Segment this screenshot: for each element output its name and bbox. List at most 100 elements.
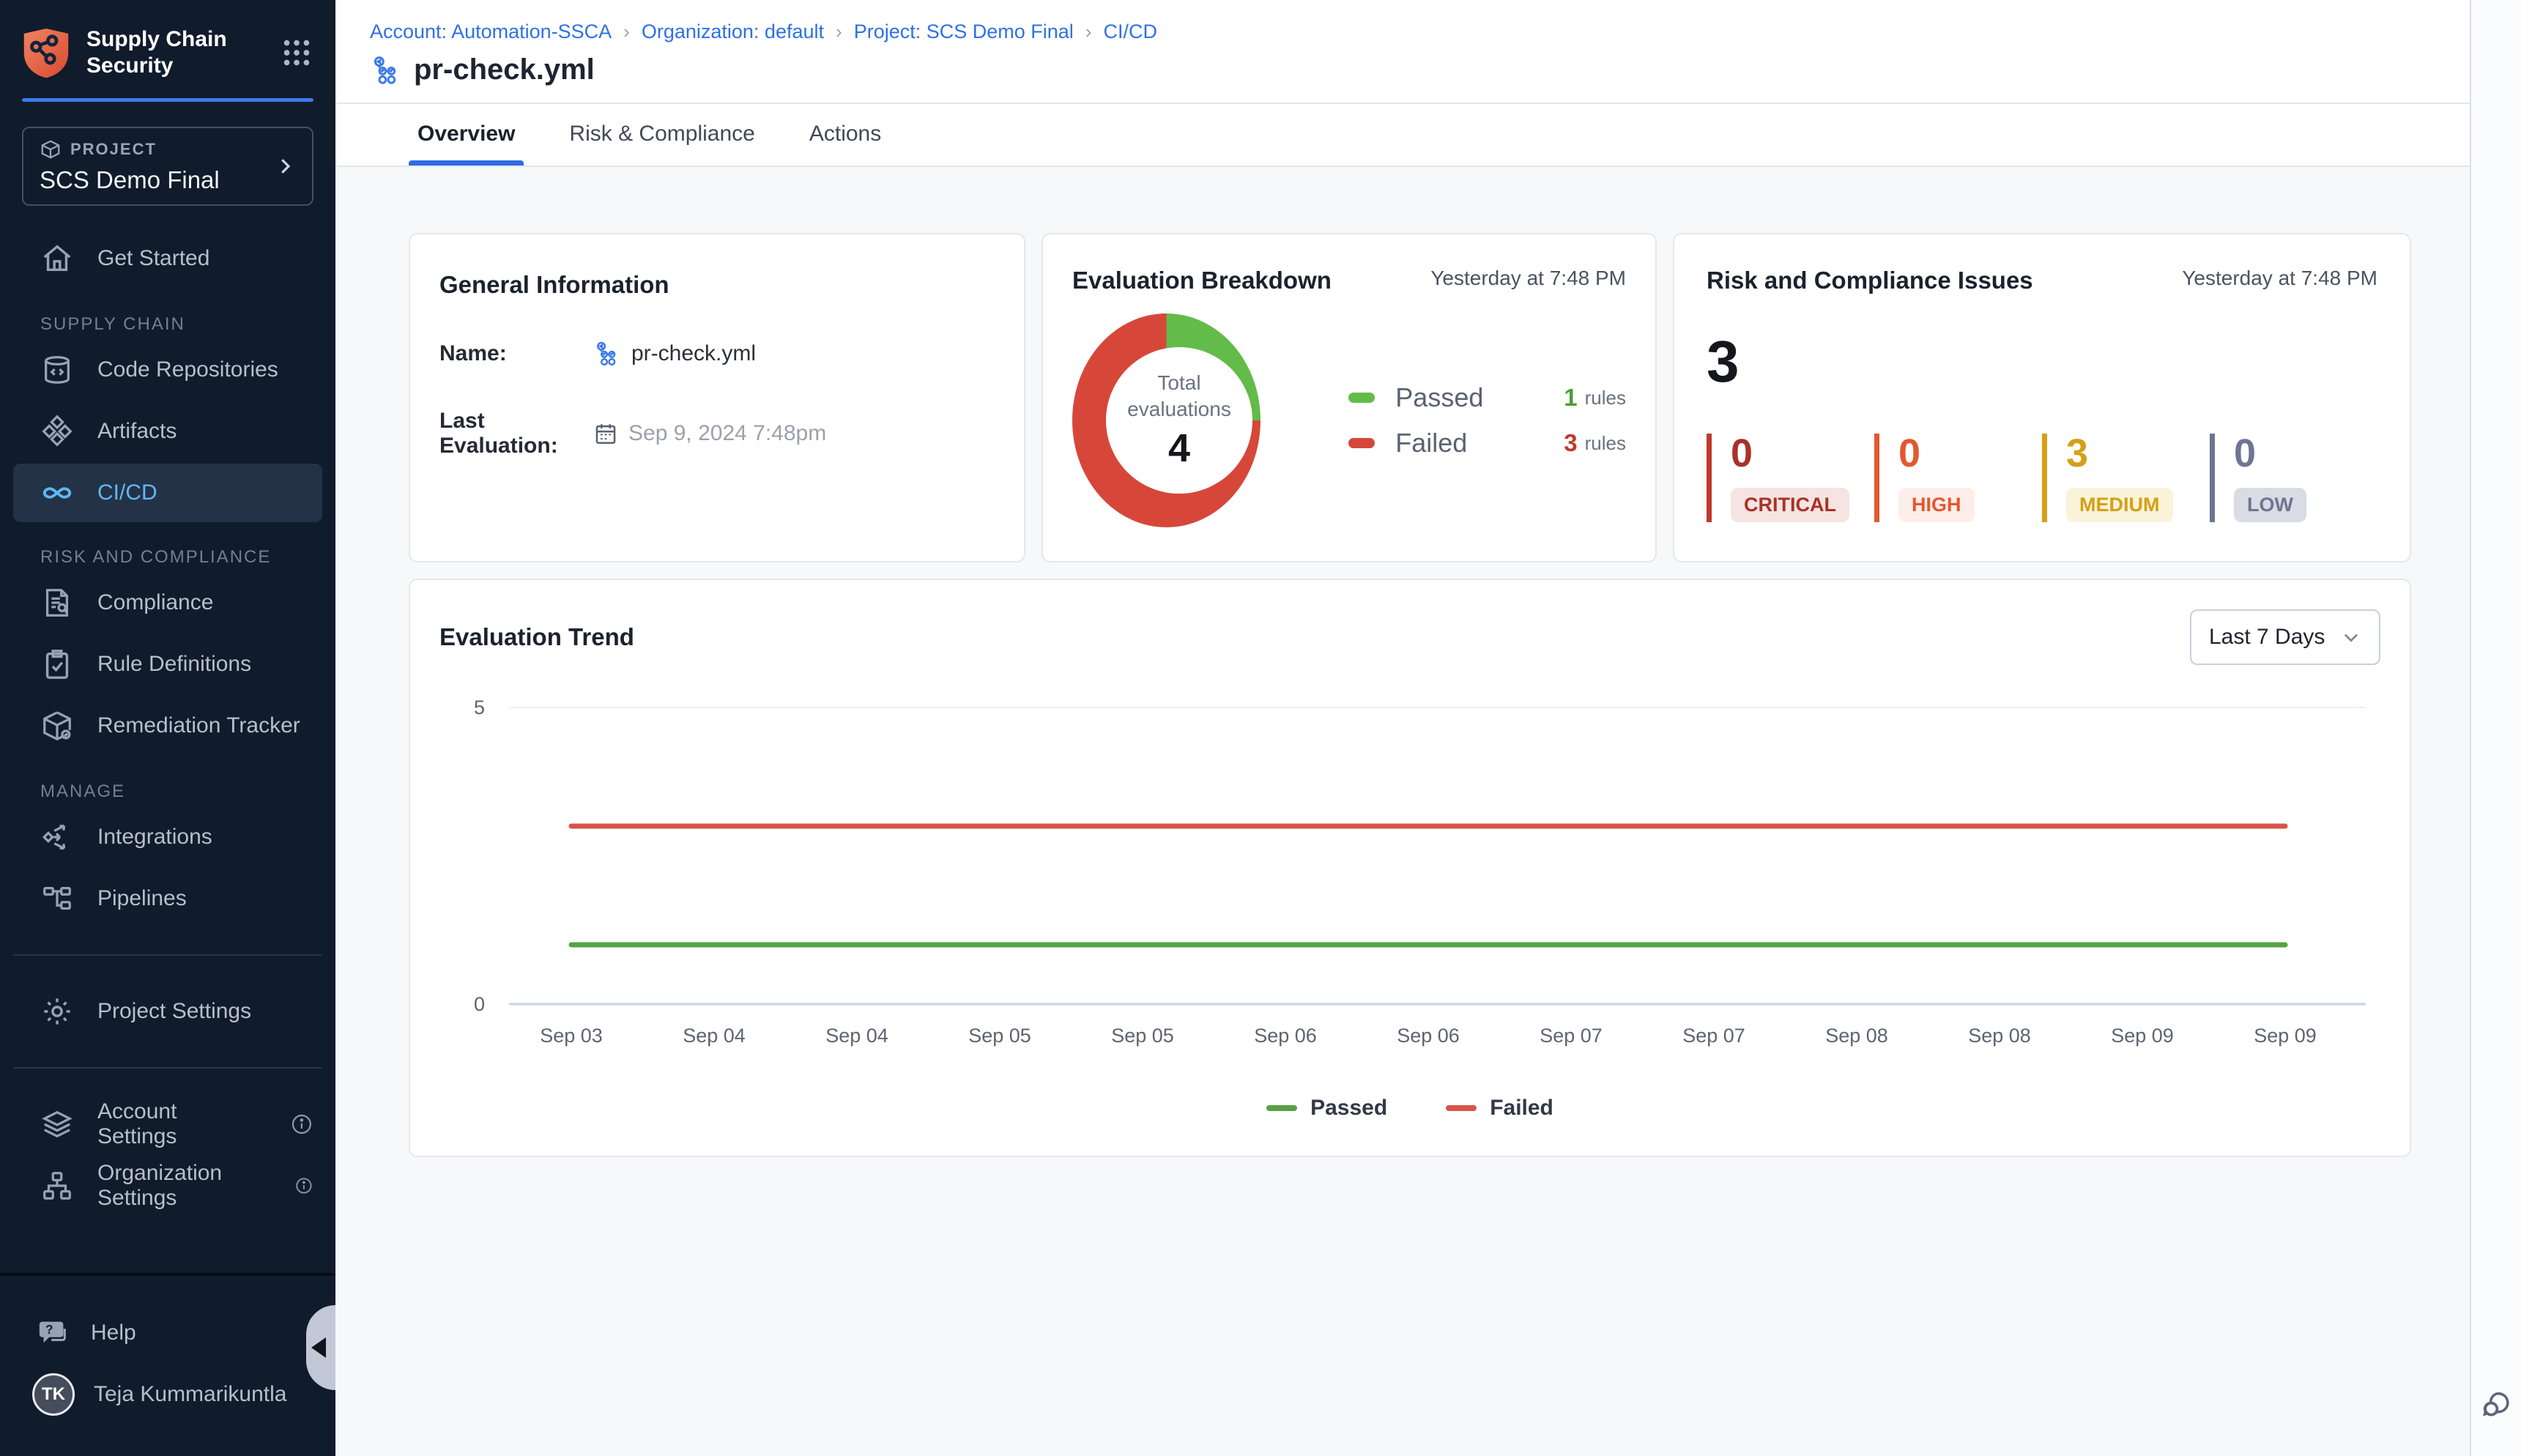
cicd-infinity-icon xyxy=(40,476,74,510)
code-repo-icon xyxy=(40,353,74,387)
legend-passed: Passed xyxy=(1266,1096,1387,1121)
passed-count: 1 xyxy=(1564,384,1577,412)
trend-chart: 50Sep 03Sep 04Sep 04Sep 05Sep 05Sep 06Se… xyxy=(439,678,2383,1088)
chevron-right-icon xyxy=(274,155,296,177)
sidebar-item-pipelines[interactable]: Pipelines xyxy=(0,868,335,929)
chat-launcher-icon[interactable] xyxy=(2480,1387,2514,1421)
breadcrumb: Account: Automation-SSCA › Organization:… xyxy=(370,21,2470,43)
sidebar-item-organization-settings[interactable]: Organization Settings xyxy=(0,1155,335,1217)
module-switcher-grid-icon[interactable] xyxy=(280,36,313,70)
breadcrumb-separator: › xyxy=(623,21,630,43)
severity-badge: HIGH xyxy=(1898,488,1975,522)
main-area: Account: Automation-SSCA › Organization:… xyxy=(335,0,2470,1456)
passed-line-swatch xyxy=(1266,1105,1297,1111)
sidebar-nav: Get Started SUPPLY CHAIN Code Repositori… xyxy=(0,228,335,1217)
sidebar-item-artifacts[interactable]: Artifacts xyxy=(0,401,335,462)
tab-actions[interactable]: Actions xyxy=(809,122,881,166)
tab-bar: Overview Risk & Compliance Actions xyxy=(335,104,2470,167)
total-issues-value: 3 xyxy=(1707,333,2377,391)
page-header: Account: Automation-SSCA › Organization:… xyxy=(335,0,2470,104)
breadcrumb-separator: › xyxy=(1085,21,1092,43)
sidebar-footer: ? Help TK Teja Kummarikuntla xyxy=(0,1273,335,1456)
svg-text:5: 5 xyxy=(474,697,485,718)
svg-text:Sep 08: Sep 08 xyxy=(1825,1025,1888,1047)
artifacts-icon xyxy=(40,415,74,448)
sidebar: Supply Chain Security PROJECT SCS Demo F… xyxy=(0,0,335,1456)
home-icon xyxy=(40,242,74,275)
collapse-arrow-icon xyxy=(311,1337,326,1358)
severity-badge: CRITICAL xyxy=(1731,488,1849,522)
card-title: Risk and Compliance Issues xyxy=(1707,267,2033,294)
failed-swatch xyxy=(1348,438,1375,448)
name-row: Name: pr-check.yml xyxy=(439,340,995,368)
pipeline-name-value: pr-check.yml xyxy=(631,341,756,366)
breadcrumb-project[interactable]: Project: SCS Demo Final xyxy=(854,21,1074,43)
severity-badge: MEDIUM xyxy=(2066,488,2173,522)
svg-text:Sep 05: Sep 05 xyxy=(968,1025,1031,1047)
svg-text:Sep 05: Sep 05 xyxy=(1111,1025,1174,1047)
failed-count: 3 xyxy=(1564,429,1577,457)
svg-text:Sep 03: Sep 03 xyxy=(540,1025,603,1047)
card-timestamp: Yesterday at 7:48 PM xyxy=(2182,267,2377,290)
evaluations-donut-chart: Total evaluations 4 xyxy=(1072,313,1260,527)
app-title: Supply Chain Security xyxy=(86,26,280,79)
user-name: Teja Kummarikuntla xyxy=(94,1382,286,1407)
sidebar-item-account-settings[interactable]: Account Settings xyxy=(0,1093,335,1155)
evaluation-trend-card: Evaluation Trend Last 7 Days 50Sep 03Sep… xyxy=(409,579,2411,1157)
compliance-doc-icon xyxy=(40,586,74,620)
svg-text:Sep 06: Sep 06 xyxy=(1397,1025,1460,1047)
sidebar-item-compliance[interactable]: Compliance xyxy=(0,572,335,634)
severity-high: 0 HIGH xyxy=(1874,434,2042,522)
pipeline-icon xyxy=(370,54,402,86)
overview-content: General Information Name: pr-check.yml L… xyxy=(335,167,2470,1157)
info-icon[interactable] xyxy=(290,1111,313,1137)
section-risk-and-compliance: RISK AND COMPLIANCE xyxy=(0,543,335,572)
breadcrumb-module[interactable]: CI/CD xyxy=(1103,21,1157,43)
layers-gear-icon xyxy=(40,1107,74,1141)
project-label: PROJECT xyxy=(70,140,157,159)
sidebar-item-integrations[interactable]: Integrations xyxy=(0,806,335,868)
chevron-down-icon xyxy=(2341,627,2361,647)
date-range-select[interactable]: Last 7 Days xyxy=(2190,609,2380,665)
svg-text:Sep 04: Sep 04 xyxy=(825,1025,888,1047)
sidebar-item-code-repositories[interactable]: Code Repositories xyxy=(0,339,335,401)
svg-text:Sep 07: Sep 07 xyxy=(1682,1025,1745,1047)
help-chat-icon: ? xyxy=(37,1316,70,1350)
risk-compliance-issues-card: Risk and Compliance Issues Yesterday at … xyxy=(1673,233,2411,562)
section-supply-chain: SUPPLY CHAIN xyxy=(0,310,335,339)
breadcrumb-organization[interactable]: Organization: default xyxy=(642,21,824,43)
project-name: SCS Demo Final xyxy=(40,166,274,194)
breadcrumb-account[interactable]: Account: Automation-SSCA xyxy=(370,21,612,43)
last-evaluation-row: Last Evaluation: Sep 9, 2024 7:48pm xyxy=(439,409,995,458)
sidebar-item-project-settings[interactable]: Project Settings xyxy=(0,981,335,1042)
tab-overview[interactable]: Overview xyxy=(417,122,515,166)
sidebar-item-get-started[interactable]: Get Started xyxy=(0,228,335,289)
sidebar-divider xyxy=(13,1067,322,1069)
sidebar-item-remediation-tracker[interactable]: Remediation Tracker xyxy=(0,695,335,757)
card-title: Evaluation Breakdown xyxy=(1072,267,1332,294)
help-button[interactable]: ? Help xyxy=(0,1302,335,1364)
app-root: Supply Chain Security PROJECT SCS Demo F… xyxy=(0,0,2521,1456)
svg-text:Sep 07: Sep 07 xyxy=(1540,1025,1603,1047)
last-evaluation-value: Sep 9, 2024 7:48pm xyxy=(628,421,826,446)
card-title: General Information xyxy=(439,271,995,299)
donut-center-label: Total evaluations xyxy=(1121,370,1238,423)
integrations-share-icon xyxy=(40,820,74,854)
legend-failed-row: Failed 3 rules xyxy=(1348,428,1626,458)
user-menu[interactable]: TK Teja Kummarikuntla xyxy=(0,1364,335,1425)
svg-text:?: ? xyxy=(45,1322,53,1337)
severity-medium: 3 MEDIUM xyxy=(2042,434,2210,522)
severity-breakdown: 0 CRITICAL 0 HIGH 3 MEDIUM 0 xyxy=(1707,434,2377,522)
sidebar-header: Supply Chain Security xyxy=(0,0,335,79)
sidebar-collapse-handle[interactable] xyxy=(306,1305,335,1390)
project-selector[interactable]: PROJECT SCS Demo Final xyxy=(22,127,313,206)
evaluation-legend: Passed 1 rules Failed 3 rules xyxy=(1348,382,1626,458)
svg-text:Sep 09: Sep 09 xyxy=(2111,1025,2174,1047)
remediation-box-icon xyxy=(40,709,74,743)
sidebar-item-cicd[interactable]: CI/CD xyxy=(13,464,322,522)
tab-risk-compliance[interactable]: Risk & Compliance xyxy=(569,122,754,166)
sidebar-item-rule-definitions[interactable]: Rule Definitions xyxy=(0,634,335,695)
breadcrumb-separator: › xyxy=(836,21,842,43)
info-icon[interactable] xyxy=(294,1173,313,1199)
pipelines-nodes-icon xyxy=(40,882,74,915)
